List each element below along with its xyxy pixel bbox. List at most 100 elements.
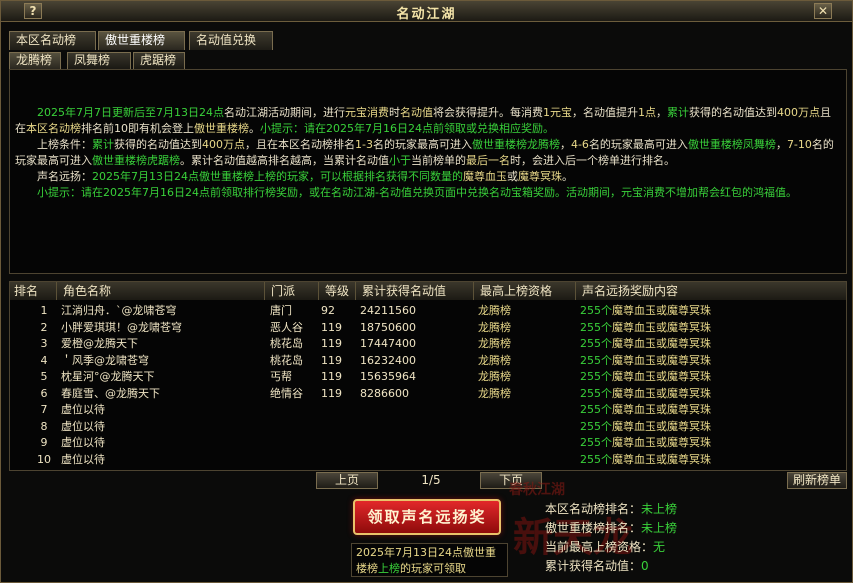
cell-name: 江淌归舟．`@龙啸苍穹 bbox=[61, 304, 177, 317]
table-row[interactable]: 7 虚位以待 255个魔尊血玉或魔尊冥珠 bbox=[10, 402, 846, 419]
prev-page-button[interactable]: 上页 bbox=[316, 472, 378, 489]
cell-school: 绝情谷 bbox=[270, 386, 303, 400]
desc-text: 400万点 bbox=[776, 106, 820, 119]
table-header: 排名 角色名称 门派 等级 累计获得名动值 最高上榜资格 声名远扬奖励内容 bbox=[10, 282, 846, 300]
cell-level: 119 bbox=[321, 370, 342, 383]
desc-text: 400万点 bbox=[202, 138, 245, 151]
note-text: 的玩家可领取 bbox=[400, 562, 466, 575]
cell-qual: 龙腾榜 bbox=[478, 370, 511, 383]
cell-level: 119 bbox=[321, 353, 342, 367]
desc-text: 4-6 bbox=[570, 138, 589, 151]
cell-rank: 3 bbox=[40, 337, 48, 350]
cell-level: 119 bbox=[321, 337, 342, 350]
cell-name: 虚位以待 bbox=[61, 436, 105, 449]
tab-aoshi-ranking[interactable]: 傲世重楼榜 bbox=[98, 31, 185, 50]
column-header[interactable]: 门派 bbox=[267, 282, 319, 300]
table-row[interactable]: 1 江淌归舟．`@龙啸苍穹 唐门 92 24211560 龙腾榜 255个魔尊血玉或魔尊冥珠 bbox=[10, 303, 846, 320]
cell-name: 虚位以待 bbox=[61, 403, 105, 416]
table-row[interactable]: 4 ＇风季@龙啸苍穹 桃花岛 119 16232400 龙腾榜 255个魔尊血玉或魔尊冥珠 bbox=[10, 353, 846, 370]
column-header[interactable]: 角色名称 bbox=[59, 282, 265, 300]
table-row[interactable]: 8 虚位以待 255个魔尊血玉或魔尊冥珠 bbox=[10, 419, 846, 436]
cell-rank: 8 bbox=[40, 419, 48, 433]
reward-count: 255个 bbox=[580, 337, 612, 350]
desc-paragraph-1: 2025年7月7日更新后至7月13日24点名动江湖活动期间，进行元宝消费时名动值… bbox=[15, 105, 835, 137]
desc-text: 。 bbox=[562, 170, 573, 183]
cell-reward: 255个魔尊血玉或魔尊冥珠 bbox=[580, 320, 711, 336]
cell-reward: 255个魔尊血玉或魔尊冥珠 bbox=[580, 303, 711, 319]
table-row[interactable]: 6 春庭雪、@龙腾天下 绝情谷 119 8286600 龙腾榜 255个魔尊血玉或魔尊冥珠 bbox=[10, 386, 846, 403]
desc-text: 将会获得提升。每消费 bbox=[432, 106, 543, 119]
desc-text: 傲世重楼榜龙腾榜 bbox=[471, 138, 560, 151]
cell-school: 恶人谷 bbox=[270, 320, 303, 334]
column-header[interactable]: 排名 bbox=[10, 282, 57, 300]
column-header[interactable]: 最高上榜资格 bbox=[476, 282, 576, 300]
desc-text: 2025年7月13日24点傲世重楼榜上榜的玩家，可以根据排名获得不同数量的 bbox=[92, 170, 463, 183]
description-text: 2025年7月7日更新后至7月13日24点名动江湖活动期间，进行元宝消费时名动值… bbox=[15, 105, 835, 201]
desc-text: 2025年7月7日更新后至7月13日24点 bbox=[37, 106, 224, 119]
cell-level: 119 bbox=[321, 320, 342, 334]
reward-item: 魔尊血玉或魔尊冥珠 bbox=[612, 419, 711, 433]
desc-text: 时 bbox=[388, 106, 400, 119]
reward-item: 魔尊血玉或魔尊冥珠 bbox=[612, 386, 711, 400]
desc-text: ，名动值提升 bbox=[571, 106, 638, 119]
cell-name: 虚位以待 bbox=[61, 419, 105, 433]
tab-longteng[interactable]: 龙腾榜 bbox=[9, 52, 61, 69]
desc-text: 1点 bbox=[637, 106, 656, 119]
tab-fengwu[interactable]: 凤舞榜 bbox=[67, 52, 131, 69]
cell-qual: 龙腾榜 bbox=[478, 320, 511, 334]
cell-name: 枕星河°@龙腾天下 bbox=[61, 370, 155, 383]
table-row[interactable]: 5 枕星河°@龙腾天下 丐帮 119 15635964 龙腾榜 255个魔尊血玉或魔尊冥珠 bbox=[10, 369, 846, 386]
column-header[interactable]: 累计获得名动值 bbox=[358, 282, 474, 300]
claim-note: 2025年7月13日24点傲世重 楼榜上榜的玩家可领取 bbox=[351, 543, 508, 577]
tab-exchange[interactable]: 名动值兑换 bbox=[189, 31, 273, 50]
claim-reward-button[interactable]: 领取声名远扬奖 bbox=[353, 499, 501, 535]
desc-text: 魔尊血玉 bbox=[463, 170, 507, 183]
refresh-ranking-button[interactable]: 刷新榜单 bbox=[787, 472, 847, 489]
stat-total-score: 累计获得名动值：0 bbox=[545, 557, 845, 576]
column-header[interactable]: 等级 bbox=[321, 282, 356, 300]
tab-local-ranking[interactable]: 本区名动榜 bbox=[9, 31, 96, 50]
cell-school: 丐帮 bbox=[270, 370, 292, 383]
note-text: 上榜 bbox=[378, 562, 400, 575]
stat-aoshi-rank: 傲世重楼榜排名：未上榜 bbox=[545, 519, 845, 538]
logo-text: 春秋江湖 bbox=[509, 482, 565, 498]
desc-text: 小于 bbox=[389, 154, 411, 167]
cell-school: 唐门 bbox=[270, 304, 292, 317]
cell-score: 17447400 bbox=[360, 337, 416, 350]
cell-rank: 7 bbox=[40, 403, 48, 416]
desc-text: ， bbox=[559, 138, 571, 151]
cell-name: ＇风季@龙啸苍穹 bbox=[61, 353, 149, 367]
table-row[interactable]: 3 爱橙@龙腾天下 桃花岛 119 17447400 龙腾榜 255个魔尊血玉或魔尊冥珠 bbox=[10, 336, 846, 353]
desc-text: 或 bbox=[507, 170, 518, 183]
reward-item: 魔尊血玉或魔尊冥珠 bbox=[612, 436, 711, 449]
desc-text: 上榜条件： bbox=[37, 138, 92, 151]
note-text: 楼榜 bbox=[356, 562, 378, 575]
stat-value: 未上榜 bbox=[641, 502, 678, 516]
cell-reward: 255个魔尊血玉或魔尊冥珠 bbox=[580, 369, 711, 385]
desc-text: 1-3 bbox=[355, 138, 373, 151]
reward-item: 魔尊血玉或魔尊冥珠 bbox=[612, 353, 711, 367]
cell-rank: 5 bbox=[40, 370, 48, 383]
reward-item: 魔尊血玉或魔尊冥珠 bbox=[612, 370, 711, 383]
stat-label: 当前最高上榜资格： bbox=[545, 540, 654, 554]
cell-score: 8286600 bbox=[360, 386, 409, 400]
player-stats: 本区名动榜排名：未上榜 傲世重楼榜排名：未上榜 当前最高上榜资格：无 累计获得名… bbox=[545, 500, 845, 576]
cell-rank: 2 bbox=[40, 320, 48, 334]
column-header[interactable]: 声名远扬奖励内容 bbox=[578, 282, 846, 300]
reward-item: 魔尊血玉或魔尊冥珠 bbox=[612, 452, 711, 466]
desc-text: 当前榜单的 bbox=[411, 154, 466, 167]
reward-count: 255个 bbox=[580, 353, 612, 367]
desc-text: 名的玩家最高可进入 bbox=[372, 138, 472, 151]
tab-huju[interactable]: 虎踞榜 bbox=[133, 52, 185, 69]
desc-text: 本区名动榜 bbox=[26, 122, 81, 135]
title-bar: ? 名动江湖 ✕ bbox=[1, 1, 852, 22]
table-row[interactable]: 10 虚位以待 255个魔尊血玉或魔尊冥珠 bbox=[10, 452, 846, 469]
table-row[interactable]: 9 虚位以待 255个魔尊血玉或魔尊冥珠 bbox=[10, 435, 846, 452]
desc-text: 最后一名 bbox=[466, 154, 510, 167]
cell-level: 119 bbox=[321, 386, 342, 400]
reward-count: 255个 bbox=[580, 304, 612, 317]
reward-count: 255个 bbox=[580, 320, 612, 334]
close-button[interactable]: ✕ bbox=[814, 3, 832, 19]
table-row[interactable]: 2 小胖爱琪琪！@龙啸苍穹 恶人谷 119 18750600 龙腾榜 255个魔尊血玉或魔尊… bbox=[10, 320, 846, 337]
cell-qual: 龙腾榜 bbox=[478, 304, 511, 317]
